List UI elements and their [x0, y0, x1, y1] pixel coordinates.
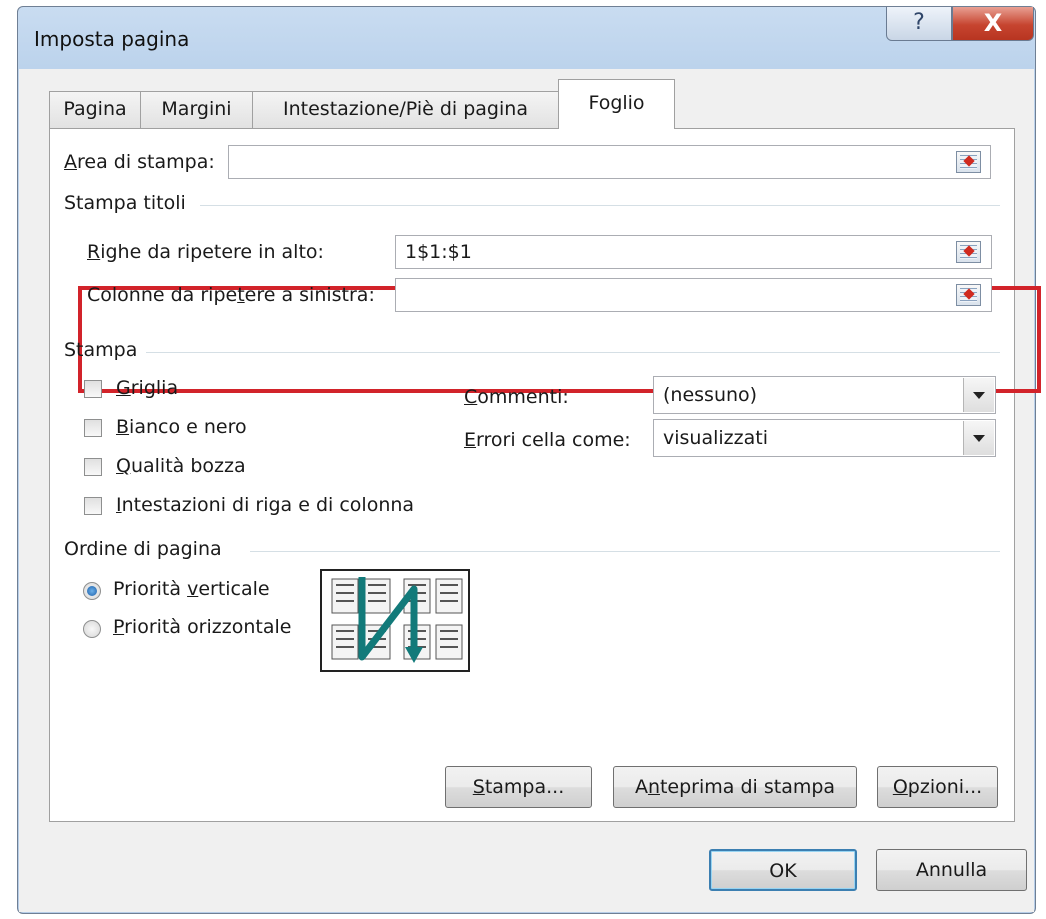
comments-label: Commenti:: [464, 386, 569, 408]
draft-quality-label: Qualità bozza: [116, 455, 246, 477]
black-white-checkbox[interactable]: [84, 419, 102, 437]
down-then-over-label: Priorità verticale: [113, 578, 270, 600]
rows-to-repeat-label: Righe da ripetere in alto:: [87, 241, 324, 263]
row-col-headings-label: Intestazioni di riga e di colonna: [116, 494, 415, 516]
dialog-title: Imposta pagina: [34, 27, 190, 51]
down-then-over-radio[interactable]: [83, 582, 101, 600]
row-col-headings-checkbox[interactable]: [84, 497, 102, 515]
over-then-down-radio[interactable]: [83, 620, 101, 638]
tab-foglio[interactable]: Foglio: [558, 79, 675, 129]
print-preview-button[interactable]: Anteprima di stampa: [613, 766, 857, 808]
print-divider: [146, 352, 1000, 353]
page-order-preview-icon: [320, 569, 470, 672]
print-button[interactable]: Stampa...: [445, 766, 592, 808]
page-order-divider: [250, 551, 1000, 552]
tab-panel-foglio: Area di stampa: Stampa titoli Righe da r…: [49, 128, 1041, 822]
cell-errors-select[interactable]: visualizzati: [653, 419, 996, 457]
help-icon: ?: [913, 10, 925, 35]
tab-margini[interactable]: Margini: [140, 91, 253, 128]
page-order-section-label: Ordine di pagina: [64, 538, 222, 560]
close-icon: X: [983, 9, 1003, 37]
columns-to-repeat-label: Colonne da ripetere a sinistra:: [87, 284, 375, 306]
page-setup-dialog: Imposta pagina ? X Pagina Margini Intest…: [17, 6, 1041, 914]
options-button[interactable]: Opzioni...: [877, 766, 998, 808]
gridlines-checkbox[interactable]: [84, 380, 102, 398]
print-area-input[interactable]: [228, 145, 991, 179]
cancel-button[interactable]: Annulla: [876, 849, 1027, 891]
tab-pagina[interactable]: Pagina: [49, 91, 141, 128]
chevron-down-icon[interactable]: [963, 421, 994, 455]
gridlines-label: Griglia: [116, 377, 179, 399]
cell-errors-label: Errori cella come:: [464, 429, 631, 451]
comments-select[interactable]: (nessuno): [653, 376, 996, 414]
columns-to-repeat-input[interactable]: [395, 278, 992, 312]
help-button[interactable]: ?: [886, 7, 952, 41]
print-titles-divider: [200, 205, 1000, 206]
print-area-collapse-icon[interactable]: [956, 151, 981, 173]
print-section-label: Stampa: [64, 339, 138, 361]
ok-button[interactable]: OK: [709, 849, 857, 891]
black-white-label: Bianco e nero: [116, 416, 247, 438]
rows-to-repeat-input[interactable]: 1$1:$1: [395, 235, 992, 269]
columns-collapse-icon[interactable]: [956, 284, 981, 306]
draft-quality-checkbox[interactable]: [84, 458, 102, 476]
over-then-down-label: Priorità orizzontale: [113, 616, 292, 638]
dialog-client: Pagina Margini Intestazione/Piè di pagin…: [19, 69, 1041, 912]
print-area-label: Area di stampa:: [64, 151, 215, 173]
chevron-down-icon[interactable]: [963, 378, 994, 412]
tab-intestazione[interactable]: Intestazione/Piè di pagina: [252, 91, 559, 128]
rows-collapse-icon[interactable]: [956, 241, 981, 263]
close-button[interactable]: X: [952, 7, 1034, 41]
print-titles-section-label: Stampa titoli: [64, 192, 186, 214]
